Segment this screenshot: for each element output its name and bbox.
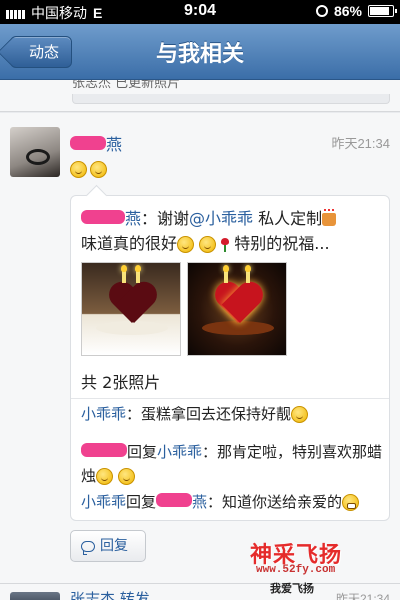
smiley-icon bbox=[117, 468, 135, 485]
watermark-bottom: 我爱飞扬 bbox=[270, 582, 314, 595]
avatar[interactable] bbox=[10, 592, 60, 600]
smiley-icon bbox=[96, 468, 114, 485]
smiley-icon bbox=[291, 406, 309, 423]
photo-thumbnail[interactable] bbox=[187, 262, 287, 356]
post-emojis bbox=[70, 161, 107, 178]
comment-row[interactable]: 小乖乖：蛋糕拿回去还保持好靓 bbox=[81, 402, 386, 426]
rotation-lock-icon bbox=[315, 5, 328, 17]
smiley-icon bbox=[199, 236, 217, 253]
comment-row[interactable]: 小乖乖回复 燕：知道你送给亲爱的 bbox=[81, 490, 386, 514]
rose-icon bbox=[221, 237, 230, 252]
quote-text-4: 特别的祝福... bbox=[234, 234, 330, 253]
status-right: 86% bbox=[315, 3, 397, 19]
quoted-author-suffix[interactable]: 燕 bbox=[125, 209, 141, 228]
divider bbox=[71, 398, 389, 399]
quoted-text: 燕：谢谢@小乖乖 私人定制 味道真的很好 特别的祝福... bbox=[81, 206, 381, 256]
feed-item-next[interactable]: 张志杰 转发 昨天21:34 bbox=[0, 583, 400, 600]
smiley-icon bbox=[70, 161, 87, 178]
avatar[interactable] bbox=[10, 127, 60, 177]
watermark-url: www.52fy.com bbox=[256, 564, 336, 576]
redaction-mark bbox=[81, 443, 127, 457]
photo-count: 共 2张照片 bbox=[81, 373, 161, 392]
comment-text: ：知道你送给亲爱的 bbox=[207, 493, 343, 511]
grin-icon bbox=[342, 494, 360, 511]
reply-word: 回复 bbox=[126, 493, 157, 511]
comment-author[interactable]: 小乖乖 bbox=[81, 405, 126, 423]
comment-icon bbox=[81, 540, 95, 555]
comment-author[interactable]: 小乖乖 bbox=[81, 493, 126, 511]
comment-row[interactable]: 回复小乖乖：那肯定啦，特别喜欢那蜡烛 bbox=[81, 440, 386, 488]
redaction-mark bbox=[70, 136, 106, 150]
prev-item-text: 张志杰 已更新照片 bbox=[72, 80, 181, 91]
post-time: 昨天21:34 bbox=[331, 136, 390, 151]
next-item-author[interactable]: 张志杰 转发 bbox=[70, 588, 150, 600]
reply-button-label: 回复 bbox=[100, 538, 128, 554]
candle bbox=[245, 265, 251, 283]
battery-percent: 86% bbox=[333, 3, 362, 19]
redaction-mark bbox=[156, 493, 193, 507]
post-author[interactable]: 燕 bbox=[70, 131, 122, 155]
comment-text: ：蛋糕拿回去还保持好靓 bbox=[126, 405, 292, 423]
post-author-suffix: 燕 bbox=[106, 135, 123, 154]
quote-text-3: 味道真的很好 bbox=[81, 234, 178, 253]
cake-icon bbox=[322, 209, 337, 226]
photo-grid bbox=[81, 262, 287, 356]
prev-item-quote-box bbox=[72, 94, 390, 104]
candle bbox=[135, 265, 141, 283]
smiley-icon bbox=[90, 161, 107, 178]
quoted-post[interactable]: 燕：谢谢@小乖乖 私人定制 味道真的很好 特别的祝福... 共 2张照片 小乖乖… bbox=[70, 195, 390, 521]
candle bbox=[223, 265, 229, 283]
reply-word: 回复 bbox=[127, 443, 158, 461]
page-title: 与我相关 bbox=[155, 42, 244, 67]
candle bbox=[121, 265, 127, 283]
battery-icon bbox=[368, 5, 397, 17]
quote-text-1: ：谢谢 bbox=[141, 209, 190, 228]
comment-reply-to[interactable]: 小乖乖 bbox=[157, 443, 202, 461]
status-bar: 中国移动 E 9:04 86% bbox=[0, 0, 400, 24]
quote-text-2: 私人定制 bbox=[253, 209, 323, 228]
feed-item-previous[interactable]: 张志杰 已更新照片 bbox=[0, 80, 400, 112]
feed-item: 燕 昨天21:34 燕：谢谢@小乖乖 私人定制 味道真的很好 特别的祝福... bbox=[0, 113, 400, 583]
mention-link[interactable]: @小乖乖 bbox=[189, 209, 253, 228]
heart-cake-image bbox=[214, 283, 262, 327]
reply-button[interactable]: 回复 bbox=[70, 530, 146, 562]
next-item-time: 昨天21:34 bbox=[335, 592, 390, 600]
redaction-mark bbox=[81, 210, 125, 224]
nav-bar: 动态 与我相关 bbox=[0, 24, 400, 80]
photo-thumbnail[interactable] bbox=[81, 262, 181, 356]
comment-reply-to-suffix[interactable]: 燕 bbox=[192, 493, 207, 511]
heart-cake-image bbox=[108, 283, 156, 327]
smiley-icon bbox=[177, 236, 195, 253]
